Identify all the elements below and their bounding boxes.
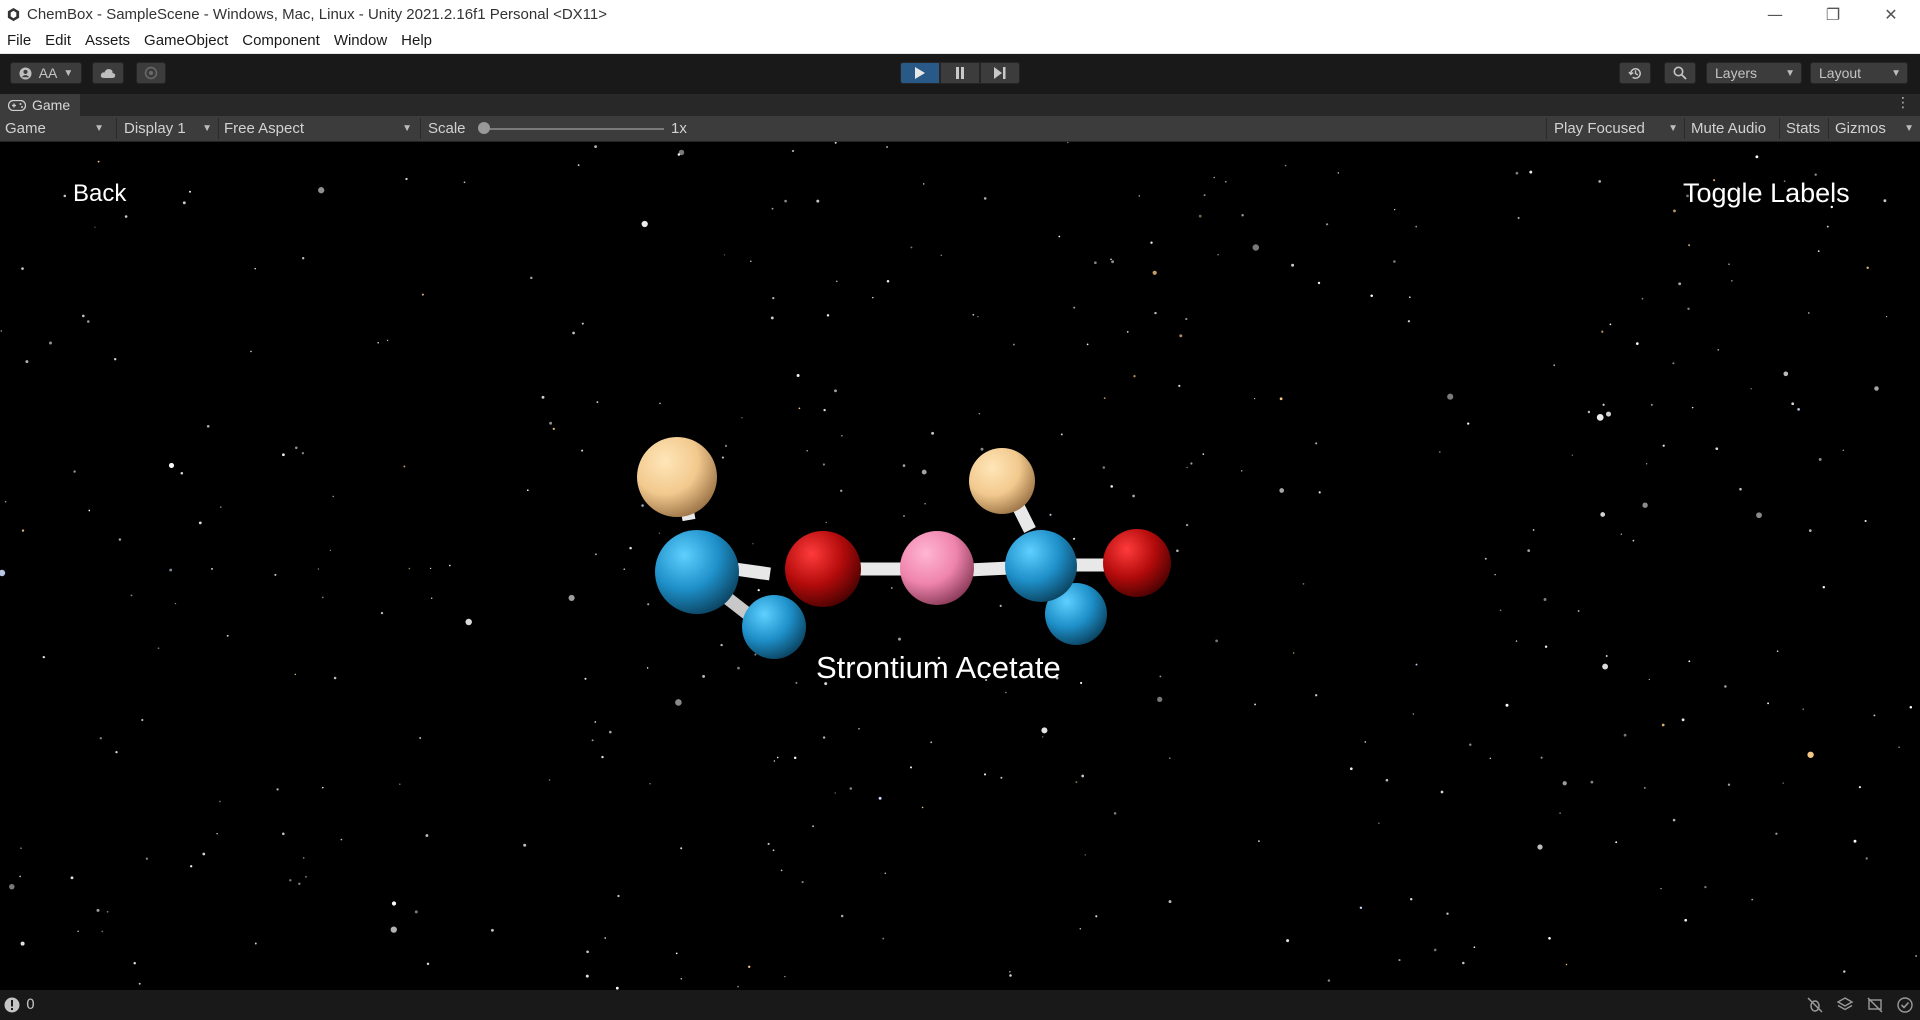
back-button[interactable]: Back	[73, 180, 126, 208]
molecule-label: Strontium Acetate	[816, 650, 1061, 685]
scale-slider-track	[482, 128, 664, 130]
account-label: AA	[38, 65, 58, 81]
step-button[interactable]	[980, 62, 1020, 84]
display-dropdown[interactable]: Display 1 ▼	[118, 116, 218, 141]
menu-file[interactable]: File	[0, 32, 38, 49]
chevron-down-icon: ▼	[402, 123, 412, 134]
warning-icon	[4, 997, 20, 1013]
step-icon	[994, 67, 1006, 79]
scale-slider-thumb[interactable]	[478, 122, 490, 134]
menu-component[interactable]: Component	[235, 32, 327, 49]
history-button[interactable]	[1619, 62, 1651, 84]
menu-window[interactable]: Window	[327, 32, 394, 49]
tab-label: Game	[32, 97, 71, 113]
carbon-atom	[655, 530, 739, 614]
history-icon	[1627, 67, 1641, 79]
menu-gameobject[interactable]: GameObject	[137, 32, 235, 49]
bond	[967, 561, 1011, 577]
game-view-toolbar: Game ▼ Display 1 ▼ Free Aspect ▼ Scale 1…	[0, 116, 1920, 142]
layout-dropdown[interactable]: Layout ▼	[1810, 62, 1908, 84]
close-button[interactable]: ✕	[1862, 0, 1920, 28]
network-off-icon[interactable]	[1866, 996, 1884, 1014]
pause-button[interactable]	[940, 62, 980, 84]
menu-edit[interactable]: Edit	[38, 32, 78, 49]
oxygen-atom	[785, 531, 861, 607]
aspect-dropdown[interactable]: Free Aspect ▼	[218, 116, 418, 141]
play-focused-label: Play Focused	[1554, 120, 1645, 137]
divider	[116, 118, 117, 139]
toggle-labels-button[interactable]: Toggle Labels	[1683, 178, 1850, 209]
display-label: Display 1	[124, 120, 186, 137]
tab-bar: Game ⋮	[0, 94, 1920, 116]
chevron-down-icon: ▼	[1904, 123, 1914, 134]
cloud-button[interactable]	[92, 62, 124, 84]
tab-game[interactable]: Game	[0, 94, 81, 116]
collab-button[interactable]	[136, 62, 166, 84]
menu-help[interactable]: Help	[394, 32, 439, 49]
minimize-button[interactable]: —	[1746, 0, 1804, 28]
scale-slider[interactable]	[478, 116, 668, 141]
hydrogen-atom	[969, 448, 1035, 514]
scale-label: Scale	[428, 120, 466, 137]
window-title: ChemBox - SampleScene - Windows, Mac, Li…	[27, 5, 608, 23]
chevron-down-icon: ▼	[202, 123, 212, 134]
carbon-atom	[742, 595, 806, 659]
account-icon	[19, 66, 32, 80]
play-button[interactable]	[900, 62, 940, 84]
gizmos-dropdown[interactable]: Gizmos ▼	[1829, 116, 1920, 141]
mute-audio-toggle[interactable]: Mute Audio	[1685, 116, 1778, 141]
title-bar: ChemBox - SampleScene - Windows, Mac, Li…	[0, 0, 1920, 28]
bond	[734, 562, 771, 581]
main-toolbar: AA ▼ Layers ▼ Layout ▼	[0, 54, 1920, 94]
account-dropdown[interactable]: AA ▼	[10, 62, 82, 84]
strontium-atom	[900, 531, 974, 605]
pause-icon	[956, 67, 964, 79]
chevron-down-icon: ▼	[1891, 67, 1901, 79]
layers-label: Layers	[1715, 65, 1758, 81]
cloud-icon	[100, 68, 116, 78]
hydrogen-atom	[637, 437, 717, 517]
chevron-down-icon: ▼	[63, 67, 74, 79]
play-focused-dropdown[interactable]: Play Focused ▼	[1546, 116, 1684, 141]
debug-off-icon[interactable]	[1806, 996, 1824, 1014]
status-bar: 0	[0, 990, 1920, 1020]
menu-bar: File Edit Assets GameObject Component Wi…	[0, 28, 1920, 54]
chevron-down-icon: ▼	[1785, 67, 1795, 79]
collab-icon	[144, 66, 158, 80]
stats-toggle[interactable]: Stats	[1780, 116, 1826, 141]
layers-dropdown[interactable]: Layers ▼	[1706, 62, 1802, 84]
more-options-icon[interactable]: ⋮	[1896, 95, 1910, 111]
status-count: 0	[26, 997, 35, 1013]
aspect-label: Free Aspect	[224, 120, 305, 137]
gamepad-icon	[8, 99, 26, 111]
chevron-down-icon: ▼	[1668, 123, 1678, 134]
play-icon	[915, 67, 925, 79]
mode-dropdown[interactable]: Game ▼	[0, 116, 110, 141]
search-button[interactable]	[1664, 62, 1696, 84]
layout-label: Layout	[1819, 65, 1862, 81]
gizmos-label: Gizmos	[1835, 120, 1886, 137]
menu-assets[interactable]: Assets	[78, 32, 137, 49]
divider	[420, 118, 421, 139]
oxygen-atom	[1103, 529, 1171, 597]
molecule-model	[637, 437, 1171, 659]
check-circle-icon[interactable]	[1896, 996, 1914, 1014]
chevron-down-icon: ▼	[94, 123, 104, 134]
layers-status-icon[interactable]	[1836, 996, 1854, 1014]
mode-label: Game	[5, 120, 46, 137]
restore-button[interactable]: ❐	[1804, 0, 1862, 28]
unity-logo-icon	[7, 7, 20, 21]
game-view[interactable]: Back Toggle Labels Strontium Acetate	[0, 142, 1920, 990]
scale-value: 1x	[671, 120, 687, 137]
carbon-atom	[1005, 530, 1077, 602]
search-icon	[1673, 66, 1687, 80]
